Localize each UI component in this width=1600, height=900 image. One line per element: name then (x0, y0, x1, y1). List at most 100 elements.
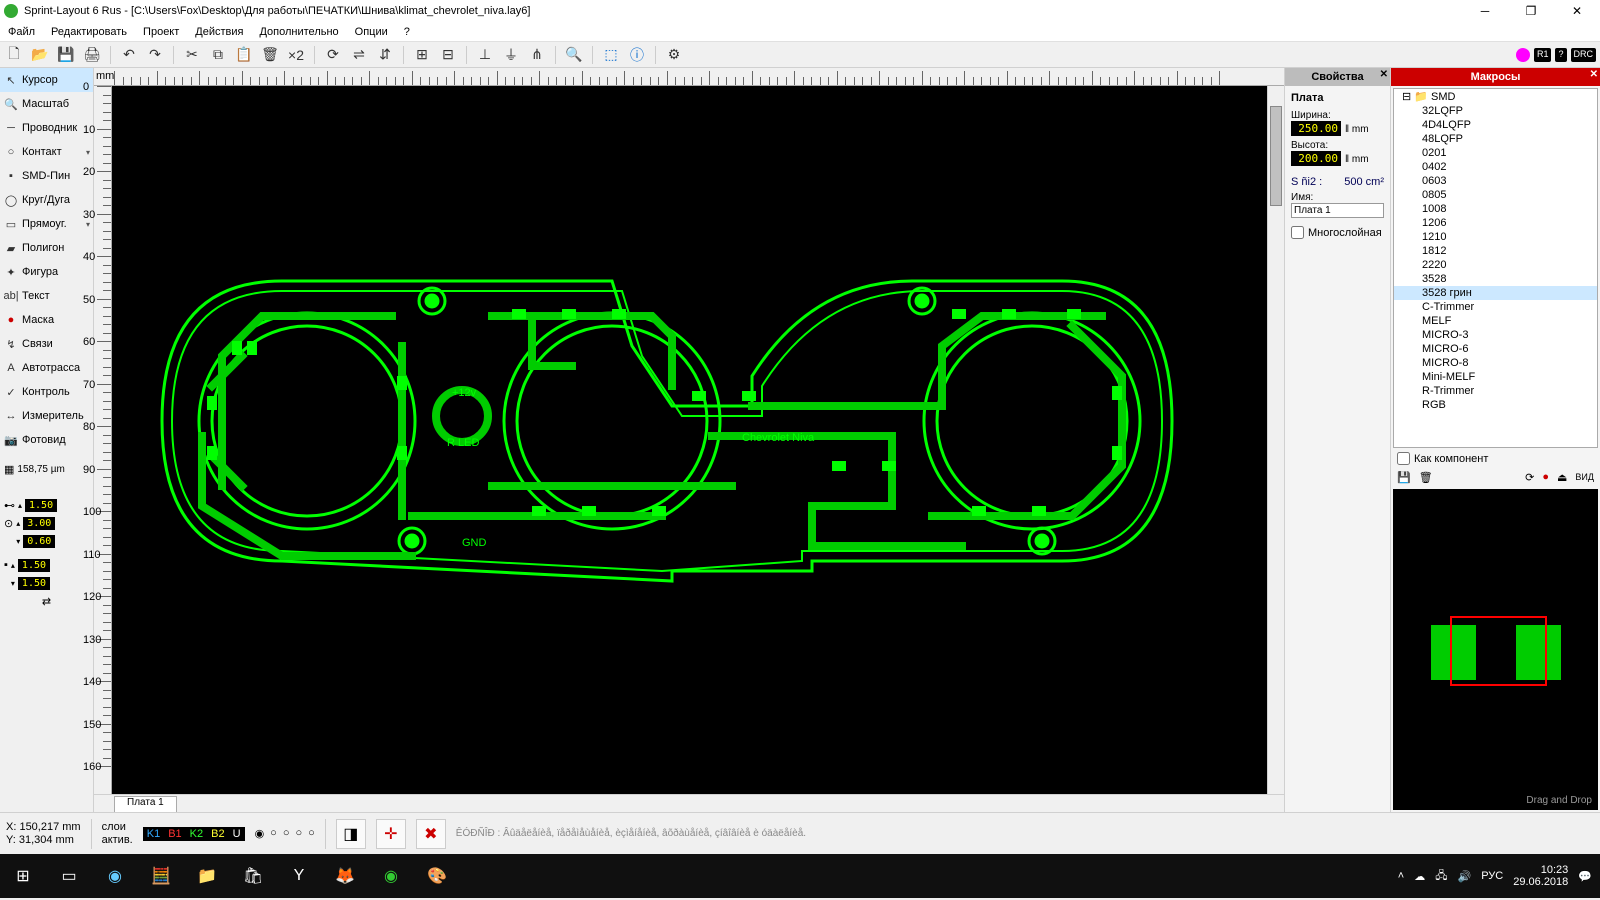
macro-item[interactable]: 0603 (1394, 174, 1597, 188)
tool-Связи[interactable]: ↯Связи (0, 332, 93, 356)
close-button[interactable]: ✕ (1554, 0, 1600, 22)
snap-icon[interactable]: ⊥ (475, 45, 495, 65)
calculator-icon[interactable]: 🧮 (138, 854, 184, 898)
board-height-field[interactable]: 200.00 (1291, 151, 1341, 166)
yandex-icon[interactable]: Y (276, 854, 322, 898)
tool-Круг/Дуга[interactable]: ◯Круг/Дуга (0, 188, 93, 212)
layer-selector[interactable]: K1B1K2B2U (143, 827, 245, 841)
macro-item[interactable]: MELF (1394, 314, 1597, 328)
sprint-layout-icon[interactable]: ◉ (368, 854, 414, 898)
tray-notifications-icon[interactable]: 💬 (1578, 870, 1592, 883)
board-name-field[interactable]: Плата 1 (1291, 203, 1384, 218)
delete-icon[interactable]: 🗑 (260, 45, 280, 65)
menu-project[interactable]: Проект (143, 26, 179, 38)
macro-item[interactable]: 1008 (1394, 202, 1597, 216)
pcb-canvas[interactable]: Chevrolet Niva +12v R LED GND (112, 86, 1267, 794)
param-pad-in[interactable]: 0.60 (23, 535, 55, 548)
macro-item[interactable]: 0201 (1394, 146, 1597, 160)
tray-language[interactable]: РУС (1481, 870, 1503, 882)
minimize-button[interactable]: ─ (1462, 0, 1508, 22)
maximize-button[interactable]: ❐ (1508, 0, 1554, 22)
macro-refresh-icon[interactable]: ⟳ (1525, 471, 1534, 484)
macro-item[interactable]: 1812 (1394, 244, 1597, 258)
tab-board-1[interactable]: Плата 1 (114, 796, 177, 812)
macro-item[interactable]: 32LQFP (1394, 104, 1597, 118)
tray-chevron-icon[interactable]: ˄ (1398, 870, 1404, 882)
taskview-icon[interactable]: ▭ (46, 854, 92, 898)
store-icon[interactable]: 🛍 (230, 854, 276, 898)
tool-Прямоуг.[interactable]: ▭Прямоуг.▾ (0, 212, 93, 236)
transparency-icon[interactable]: ◨ (336, 819, 366, 849)
badge-drc[interactable]: DRC (1571, 48, 1597, 62)
tray-network-icon[interactable]: 🖧 (1435, 867, 1447, 886)
tool-Контакт[interactable]: ○Контакт▾ (0, 140, 93, 164)
board-width-field[interactable]: 250.00 (1291, 121, 1341, 136)
new-icon[interactable]: 🗋 (4, 45, 24, 65)
macro-view-label[interactable]: ВИД (1575, 472, 1594, 482)
macro-item[interactable]: 0402 (1394, 160, 1597, 174)
menu-edit[interactable]: Редактировать (51, 26, 127, 38)
badge-r1[interactable]: R1 (1534, 48, 1552, 62)
save-icon[interactable]: 💾 (56, 45, 76, 65)
macro-tree[interactable]: ⊟ 📁 SMD 32LQFP4D4LQFP48LQFP0201040206030… (1393, 88, 1598, 448)
macro-item[interactable]: 1206 (1394, 216, 1597, 230)
macro-item[interactable]: MICRO-8 (1394, 356, 1597, 370)
vertical-scrollbar[interactable] (1267, 86, 1284, 794)
record-icon[interactable] (1516, 48, 1530, 62)
menu-help[interactable]: ? (404, 26, 410, 38)
badge-help[interactable]: ? (1555, 48, 1566, 62)
tool-Текст[interactable]: ab|Текст (0, 284, 93, 308)
macro-item[interactable]: R-Trimmer (1394, 384, 1597, 398)
props-close-icon[interactable]: ✕ (1380, 69, 1388, 80)
macro-item[interactable]: 3528 (1394, 272, 1597, 286)
macro-item[interactable]: Mini-MELF (1394, 370, 1597, 384)
tool-Измеритель[interactable]: ↔Измеритель (0, 404, 93, 428)
macro-preview[interactable]: Drag and Drop (1393, 489, 1598, 810)
menu-options[interactable]: Опции (355, 26, 388, 38)
macro-delete-icon[interactable]: 🗑 (1419, 471, 1433, 484)
macro-item[interactable]: 4D4LQFP (1394, 118, 1597, 132)
info-icon[interactable]: ⓘ (627, 45, 647, 65)
ungroup-icon[interactable]: ⊟ (438, 45, 458, 65)
tool-Проводник[interactable]: ─Проводник (0, 116, 93, 140)
paint-icon[interactable]: 🎨 (414, 854, 460, 898)
print-icon[interactable]: 🖨 (82, 45, 102, 65)
tool-Курсор[interactable]: ↖Курсор (0, 68, 93, 92)
menu-file[interactable]: Файл (8, 26, 35, 38)
macro-anchor-icon[interactable]: ⏏ (1557, 471, 1567, 484)
macro-item[interactable]: 48LQFP (1394, 132, 1597, 146)
macro-item[interactable]: RGB (1394, 398, 1597, 412)
macro-item[interactable]: C-Trimmer (1394, 300, 1597, 314)
macro-item[interactable]: 3528 грин (1394, 286, 1597, 300)
open-icon[interactable]: 📂 (30, 45, 50, 65)
tool-Полигон[interactable]: ▰Полигон (0, 236, 93, 260)
copy-icon[interactable]: ⧉ (208, 45, 228, 65)
crossout-icon[interactable]: ✖ (416, 819, 446, 849)
mirror-v-icon[interactable]: ⇵ (375, 45, 395, 65)
macro-item[interactable]: MICRO-6 (1394, 342, 1597, 356)
connections-icon[interactable]: ⋔ (527, 45, 547, 65)
gear-icon[interactable]: ⚙ (664, 45, 684, 65)
param-track[interactable]: 1.50 (25, 499, 57, 512)
tool-Масштаб[interactable]: 🔍Масштаб (0, 92, 93, 116)
tray-onedrive-icon[interactable]: ☁ (1414, 870, 1425, 883)
undo-icon[interactable]: ↶ (119, 45, 139, 65)
macro-item[interactable]: MICRO-3 (1394, 328, 1597, 342)
group-icon[interactable]: ⊞ (412, 45, 432, 65)
menu-extras[interactable]: Дополнительно (259, 26, 338, 38)
rotate-icon[interactable]: ⟳ (323, 45, 343, 65)
tray-clock[interactable]: 10:2329.06.2018 (1513, 864, 1568, 888)
zoom-icon[interactable]: 🔍 (564, 45, 584, 65)
tray-volume-icon[interactable]: 🔊 (1458, 870, 1472, 883)
tool-Фотовид[interactable]: 📷Фотовид (0, 428, 93, 452)
cut-icon[interactable]: ✂ (182, 45, 202, 65)
redo-icon[interactable]: ↷ (145, 45, 165, 65)
param-smd-h[interactable]: 1.50 (18, 577, 50, 590)
origin-icon[interactable]: ✛ (376, 819, 406, 849)
multilayer-checkbox[interactable] (1291, 226, 1304, 239)
param-pad-out[interactable]: 3.00 (23, 517, 55, 530)
paste-icon[interactable]: 📋 (234, 45, 254, 65)
select-icon[interactable]: ⬚ (601, 45, 621, 65)
tool-SMD-Пин[interactable]: ▪SMD-Пин (0, 164, 93, 188)
start-button[interactable]: ⊞ (0, 854, 46, 898)
